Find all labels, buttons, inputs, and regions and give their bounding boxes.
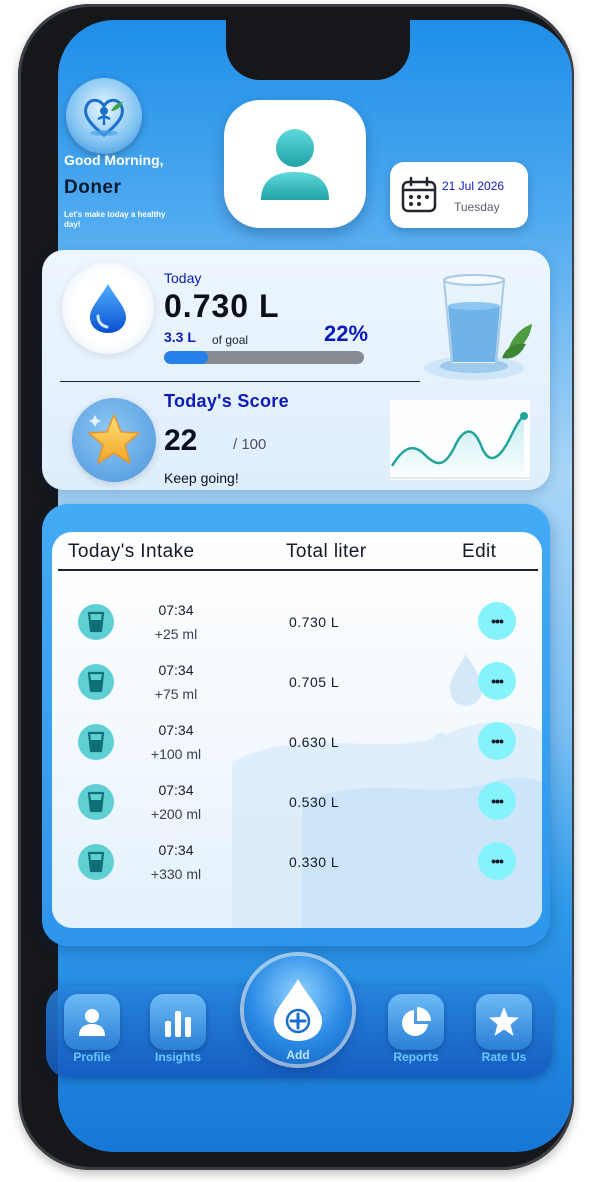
- app-logo: [66, 78, 142, 154]
- notch: [226, 20, 410, 80]
- today-label: Today: [164, 270, 202, 286]
- nav-reports[interactable]: Reports: [386, 994, 446, 1064]
- nav-profile-tile: [64, 994, 120, 1050]
- nav-insights[interactable]: Insights: [148, 994, 208, 1064]
- intake-amount: +200 ml: [150, 806, 202, 822]
- edit-entry-button[interactable]: •••: [478, 842, 516, 880]
- nav-reports-label: Reports: [393, 1050, 439, 1064]
- intake-amount: +100 ml: [150, 746, 202, 762]
- nav-rate-tile: [476, 994, 532, 1050]
- date-card[interactable]: 21 Jul 2026 Tuesday: [390, 162, 528, 228]
- nav-add-label: Add: [286, 1048, 310, 1062]
- goal-value: 3.3 L: [164, 329, 196, 345]
- edit-entry-button[interactable]: •••: [478, 782, 516, 820]
- intake-total: 0.705 L: [289, 674, 340, 690]
- profile-avatar-button[interactable]: [224, 100, 366, 228]
- nav-insights-label: Insights: [154, 1050, 201, 1064]
- calendar-icon: [401, 176, 437, 213]
- score-trend-sparkline: [390, 400, 530, 480]
- edit-entry-button[interactable]: •••: [478, 722, 516, 760]
- bar-chart-icon: [165, 1011, 191, 1037]
- intake-total: 0.330 L: [289, 854, 340, 870]
- edit-entry-button[interactable]: •••: [478, 602, 516, 640]
- nav-insights-tile: [150, 994, 206, 1050]
- water-glass-image: [424, 274, 532, 380]
- intake-amount: +330 ml: [150, 866, 202, 882]
- user-icon: [261, 129, 329, 200]
- intake-total: 0.630 L: [289, 734, 340, 750]
- header-edit: Edit: [462, 541, 497, 562]
- person-icon: [79, 1009, 105, 1036]
- date-text: 21 Jul 2026: [442, 179, 505, 193]
- nav-profile-label: Profile: [73, 1050, 111, 1064]
- star-icon: [88, 414, 140, 464]
- weekday-text: Tuesday: [454, 200, 500, 214]
- intake-time: 07:34: [158, 842, 194, 858]
- glass-icon: [78, 844, 114, 880]
- nav-profile[interactable]: Profile: [62, 994, 122, 1064]
- intake-total: 0.730 L: [289, 614, 340, 630]
- nav-rate-label: Rate Us: [481, 1050, 527, 1064]
- glass-icon: [78, 604, 114, 640]
- intake-amount: +75 ml: [154, 686, 198, 702]
- score-value: 22: [164, 424, 198, 457]
- goal-progress-fill: [164, 351, 208, 364]
- intake-table: Today's Intake Total liter Edit 07:34 +2…: [52, 532, 542, 928]
- header-total-liter: Total liter: [286, 541, 367, 562]
- nav-rate-us[interactable]: Rate Us: [474, 994, 534, 1064]
- water-drop-icon: [90, 284, 126, 333]
- score-star-badge: [72, 398, 156, 482]
- intake-total: 0.530 L: [289, 794, 340, 810]
- score-label: Today's Score: [164, 391, 289, 411]
- tagline-text: Let's make today a healthy day!: [64, 210, 166, 229]
- user-name: Doner: [64, 177, 122, 198]
- table-header-divider: [58, 569, 538, 571]
- glass-icon: [78, 664, 114, 700]
- score-max: / 100: [233, 436, 267, 453]
- edit-entry-button[interactable]: •••: [478, 662, 516, 700]
- glass-icon: [78, 724, 114, 760]
- pie-chart-icon: [402, 1007, 431, 1036]
- add-water-button[interactable]: Add: [238, 948, 358, 1078]
- heart-drop-logo-icon: [84, 98, 124, 137]
- intake-time: 07:34: [158, 722, 194, 738]
- today-intake-value: 0.730 L: [164, 288, 280, 324]
- water-drop-badge: [62, 262, 154, 354]
- add-drop-icon: [274, 979, 322, 1041]
- glass-icon: [78, 784, 114, 820]
- score-message: Keep going!: [164, 470, 239, 486]
- header-todays-intake: Today's Intake: [68, 541, 195, 562]
- goal-percent: 22%: [324, 321, 369, 346]
- intake-time: 07:34: [158, 782, 194, 798]
- greeting-text: Good Morning,: [64, 152, 164, 168]
- goal-suffix: of goal: [212, 333, 249, 347]
- stats-divider: [60, 381, 420, 382]
- intake-amount: +25 ml: [154, 626, 198, 642]
- intake-time: 07:34: [158, 602, 194, 618]
- star-outline-icon: [489, 1007, 519, 1036]
- goal-progress-bar: [164, 351, 364, 364]
- nav-reports-tile: [388, 994, 444, 1050]
- intake-time: 07:34: [158, 662, 194, 678]
